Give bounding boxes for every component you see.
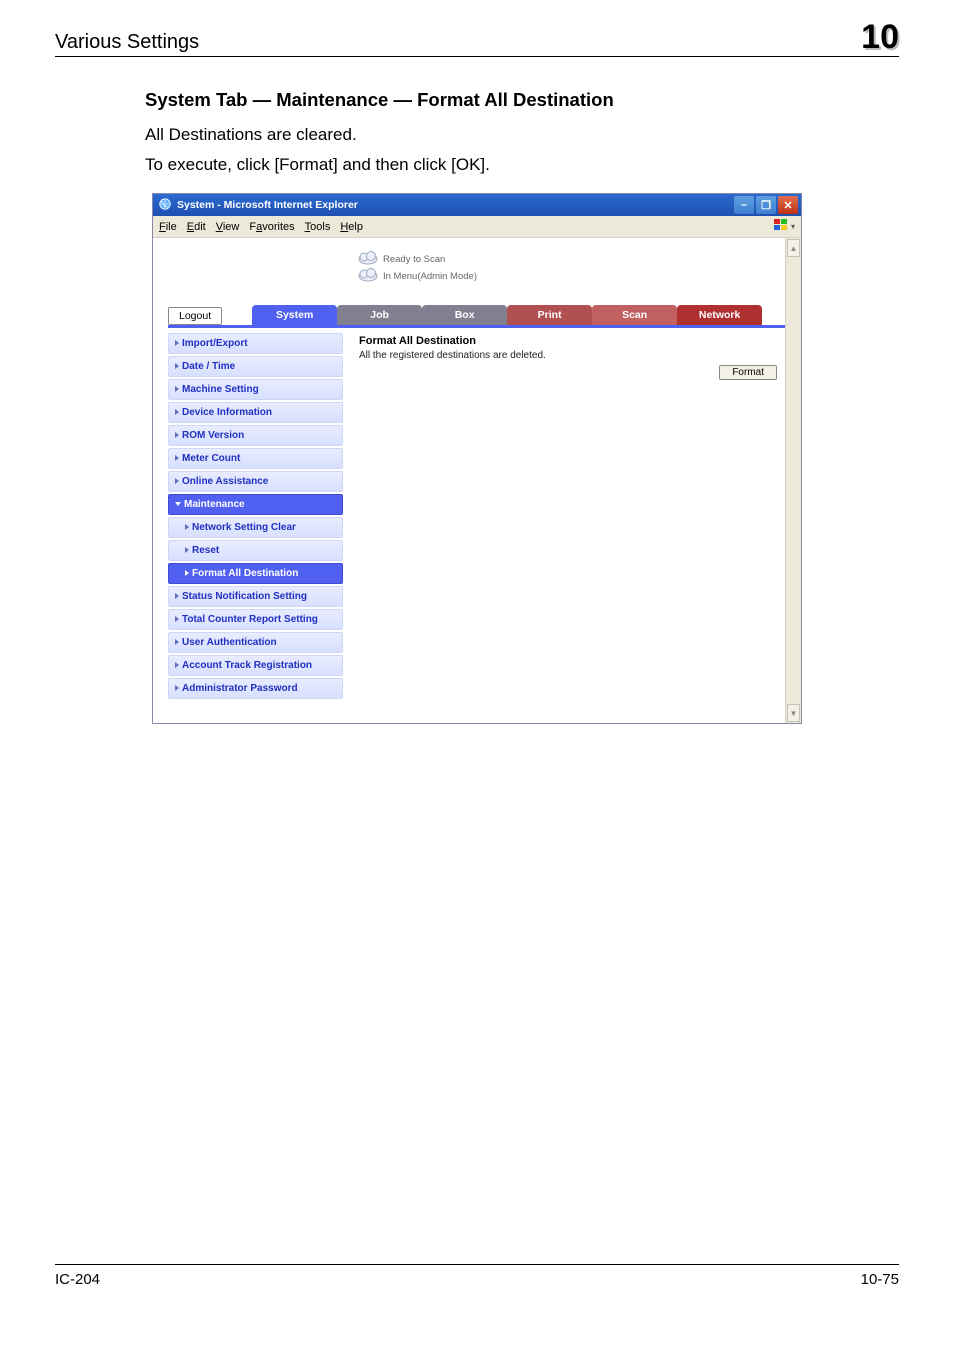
tab-system[interactable]: System	[252, 305, 337, 325]
tab-job[interactable]: Job	[337, 305, 422, 325]
sidebar: Import/Export Date / Time Machine Settin…	[168, 333, 343, 701]
vertical-scrollbar[interactable]: ▲ ▼	[785, 238, 801, 723]
tab-network[interactable]: Network	[677, 305, 762, 325]
ie-logo-icon	[158, 197, 172, 214]
logout-button[interactable]: Logout	[168, 307, 222, 325]
sidebar-item-format-all-destination[interactable]: Format All Destination	[168, 563, 343, 584]
main-heading: Format All Destination	[359, 335, 785, 347]
sidebar-item-reset[interactable]: Reset	[168, 540, 343, 561]
minimize-button[interactable]: –	[734, 196, 754, 214]
main-description: All the registered destinations are dele…	[359, 350, 785, 361]
body-line-1: All Destinations are cleared.	[145, 125, 899, 145]
menu-view[interactable]: View	[216, 221, 240, 233]
menu-help[interactable]: Help	[340, 221, 363, 233]
sidebar-item-administrator-password[interactable]: Administrator Password	[168, 678, 343, 699]
tab-print[interactable]: Print	[507, 305, 592, 325]
close-button[interactable]: ✕	[778, 196, 798, 214]
screenshot-window: System - Microsoft Internet Explorer – ❐…	[152, 193, 802, 724]
window-title: System - Microsoft Internet Explorer	[177, 199, 358, 211]
status-ready-icon	[358, 251, 378, 268]
menu-edit[interactable]: Edit	[187, 221, 206, 233]
menu-dropdown-icon[interactable]: ▾	[791, 222, 795, 231]
windows-flag-icon	[773, 218, 789, 235]
sidebar-item-network-setting-clear[interactable]: Network Setting Clear	[168, 517, 343, 538]
body-line-2: To execute, click [Format] and then clic…	[145, 155, 899, 175]
sidebar-item-online-assistance[interactable]: Online Assistance	[168, 471, 343, 492]
sidebar-item-account-track-registration[interactable]: Account Track Registration	[168, 655, 343, 676]
section-title: System Tab — Maintenance — Format All De…	[145, 89, 899, 111]
sidebar-item-total-counter-report[interactable]: Total Counter Report Setting	[168, 609, 343, 630]
sidebar-item-import-export[interactable]: Import/Export	[168, 333, 343, 354]
footer-left: IC-204	[55, 1271, 100, 1288]
status-menu-text: In Menu(Admin Mode)	[383, 271, 477, 282]
page-header-right: 10 10	[861, 20, 899, 54]
sidebar-item-maintenance[interactable]: Maintenance	[168, 494, 343, 515]
sidebar-item-meter-count[interactable]: Meter Count	[168, 448, 343, 469]
status-ready-text: Ready to Scan	[383, 254, 445, 265]
format-button[interactable]: Format	[719, 365, 777, 380]
menu-tools[interactable]: Tools	[305, 221, 331, 233]
menu-favorites[interactable]: Favorites	[249, 221, 294, 233]
maximize-button[interactable]: ❐	[756, 196, 776, 214]
scroll-down-icon[interactable]: ▼	[787, 704, 800, 722]
status-menu-icon	[358, 268, 378, 285]
footer-right: 10-75	[861, 1271, 899, 1288]
sidebar-item-status-notification[interactable]: Status Notification Setting	[168, 586, 343, 607]
sidebar-item-date-time[interactable]: Date / Time	[168, 356, 343, 377]
page-header-left: Various Settings	[55, 31, 199, 54]
tab-scan[interactable]: Scan	[592, 305, 677, 325]
sidebar-item-device-information[interactable]: Device Information	[168, 402, 343, 423]
menu-file[interactable]: File	[159, 221, 177, 233]
sidebar-item-user-authentication[interactable]: User Authentication	[168, 632, 343, 653]
tab-box[interactable]: Box	[422, 305, 507, 325]
scroll-up-icon[interactable]: ▲	[787, 239, 800, 257]
sidebar-item-machine-setting[interactable]: Machine Setting	[168, 379, 343, 400]
sidebar-item-rom-version[interactable]: ROM Version	[168, 425, 343, 446]
